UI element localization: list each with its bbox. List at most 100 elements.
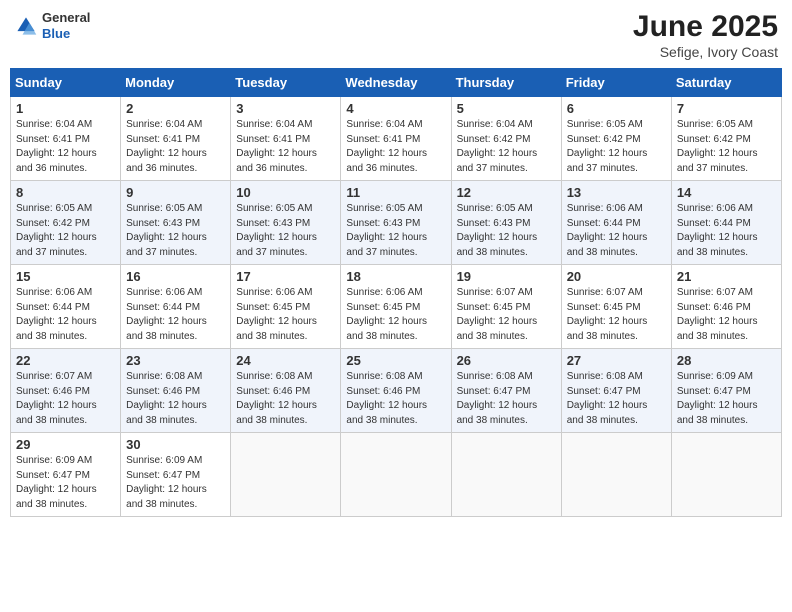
day-number: 4 [346, 101, 445, 116]
calendar-title: June 2025 [633, 10, 778, 44]
calendar-cell [451, 433, 561, 517]
calendar-cell: 28 Sunrise: 6:09 AMSunset: 6:47 PMDayligh… [671, 349, 781, 433]
week-row-4: 22 Sunrise: 6:07 AMSunset: 6:46 PMDayligh… [11, 349, 782, 433]
day-info: Sunrise: 6:08 AMSunset: 6:46 PMDaylight:… [346, 370, 445, 428]
calendar-cell: 26Sunrise: 6:08 AMSunset: 6:47 PMDayligh… [451, 349, 561, 433]
calendar-cell: 20 Sunrise: 6:07 AMSunset: 6:45 PMDayligh… [561, 265, 671, 349]
day-header-tuesday: Tuesday [231, 69, 341, 97]
day-number: 13 [567, 185, 666, 200]
day-number: 9 [126, 185, 225, 200]
logo-general-text: General [42, 10, 90, 26]
calendar-cell [231, 433, 341, 517]
day-header-wednesday: Wednesday [341, 69, 451, 97]
day-number: 27 [567, 353, 666, 368]
calendar-cell: 22 Sunrise: 6:07 AMSunset: 6:46 PMDayligh… [11, 349, 121, 433]
day-number: 7 [677, 101, 776, 116]
calendar-cell: 12 Sunrise: 6:05 AMSunset: 6:43 PMDayligh… [451, 181, 561, 265]
calendar-cell: 13 Sunrise: 6:06 AMSunset: 6:44 PMDayligh… [561, 181, 671, 265]
calendar-cell [561, 433, 671, 517]
day-info: Sunrise: 6:08 AMSunset: 6:46 PMDaylight:… [236, 370, 335, 428]
calendar-subtitle: Sefige, Ivory Coast [633, 44, 778, 60]
calendar-cell: 11 Sunrise: 6:05 AMSunset: 6:43 PMDayligh… [341, 181, 451, 265]
day-number: 2 [126, 101, 225, 116]
day-info: Sunrise: 6:07 AMSunset: 6:45 PMDaylight:… [457, 286, 556, 344]
calendar-cell: 19 Sunrise: 6:07 AMSunset: 6:45 PMDayligh… [451, 265, 561, 349]
day-number: 1 [16, 101, 115, 116]
day-info: Sunrise: 6:08 AMSunset: 6:46 PMDaylight:… [126, 370, 225, 428]
calendar-cell: 14 Sunrise: 6:06 AMSunset: 6:44 PMDayligh… [671, 181, 781, 265]
day-header-friday: Friday [561, 69, 671, 97]
logo: General Blue [14, 10, 90, 41]
day-number: 15 [16, 269, 115, 284]
calendar-cell: 8Sunrise: 6:05 AMSunset: 6:42 PMDaylight… [11, 181, 121, 265]
day-info: Sunrise: 6:04 AMSunset: 6:41 PMDaylight:… [346, 118, 445, 176]
calendar-cell: 9Sunrise: 6:05 AMSunset: 6:43 PMDaylight… [121, 181, 231, 265]
day-info: Sunrise: 6:06 AMSunset: 6:45 PMDaylight:… [236, 286, 335, 344]
day-info: Sunrise: 6:06 AMSunset: 6:44 PMDaylight:… [567, 202, 666, 260]
week-row-5: 29 Sunrise: 6:09 AMSunset: 6:47 PMDayligh… [11, 433, 782, 517]
calendar-cell: 10 Sunrise: 6:05 AMSunset: 6:43 PMDayligh… [231, 181, 341, 265]
day-info: Sunrise: 6:08 AMSunset: 6:47 PMDaylight:… [567, 370, 666, 428]
day-info: Sunrise: 6:04 AMSunset: 6:41 PMDaylight:… [126, 118, 225, 176]
day-number: 22 [16, 353, 115, 368]
day-info: Sunrise: 6:05 AMSunset: 6:43 PMDaylight:… [236, 202, 335, 260]
day-number: 21 [677, 269, 776, 284]
day-info: Sunrise: 6:06 AMSunset: 6:44 PMDaylight:… [126, 286, 225, 344]
day-info: Sunrise: 6:05 AMSunset: 6:43 PMDaylight:… [457, 202, 556, 260]
day-info: Sunrise: 6:07 AMSunset: 6:46 PMDaylight:… [677, 286, 776, 344]
day-header-sunday: Sunday [11, 69, 121, 97]
days-header-row: SundayMondayTuesdayWednesdayThursdayFrid… [11, 69, 782, 97]
week-row-3: 15 Sunrise: 6:06 AMSunset: 6:44 PMDayligh… [11, 265, 782, 349]
calendar-cell: 30Sunrise: 6:09 AMSunset: 6:47 PMDayligh… [121, 433, 231, 517]
day-number: 23 [126, 353, 225, 368]
logo-icon [14, 14, 38, 38]
day-info: Sunrise: 6:07 AMSunset: 6:46 PMDaylight:… [16, 370, 115, 428]
calendar-cell: 16 Sunrise: 6:06 AMSunset: 6:44 PMDayligh… [121, 265, 231, 349]
day-number: 30 [126, 437, 225, 452]
day-info: Sunrise: 6:05 AMSunset: 6:42 PMDaylight:… [567, 118, 666, 176]
logo-blue-text: Blue [42, 26, 90, 42]
calendar-cell: 29 Sunrise: 6:09 AMSunset: 6:47 PMDayligh… [11, 433, 121, 517]
day-info: Sunrise: 6:05 AMSunset: 6:42 PMDaylight:… [677, 118, 776, 176]
calendar-cell: 27 Sunrise: 6:08 AMSunset: 6:47 PMDayligh… [561, 349, 671, 433]
calendar-cell: 4 Sunrise: 6:04 AMSunset: 6:41 PMDaylight… [341, 97, 451, 181]
calendar-cell [671, 433, 781, 517]
title-area: June 2025 Sefige, Ivory Coast [633, 10, 778, 60]
day-number: 12 [457, 185, 556, 200]
day-number: 29 [16, 437, 115, 452]
calendar-cell: 18Sunrise: 6:06 AMSunset: 6:45 PMDayligh… [341, 265, 451, 349]
calendar-cell: 24Sunrise: 6:08 AMSunset: 6:46 PMDayligh… [231, 349, 341, 433]
day-header-saturday: Saturday [671, 69, 781, 97]
day-info: Sunrise: 6:08 AMSunset: 6:47 PMDaylight:… [457, 370, 556, 428]
day-header-thursday: Thursday [451, 69, 561, 97]
day-number: 10 [236, 185, 335, 200]
day-number: 8 [16, 185, 115, 200]
day-info: Sunrise: 6:04 AMSunset: 6:41 PMDaylight:… [16, 118, 115, 176]
week-row-1: 1 Sunrise: 6:04 AMSunset: 6:41 PMDaylight… [11, 97, 782, 181]
calendar-cell: 3 Sunrise: 6:04 AMSunset: 6:41 PMDaylight… [231, 97, 341, 181]
calendar-cell: 1 Sunrise: 6:04 AMSunset: 6:41 PMDaylight… [11, 97, 121, 181]
day-number: 18 [346, 269, 445, 284]
day-info: Sunrise: 6:09 AMSunset: 6:47 PMDaylight:… [677, 370, 776, 428]
calendar-cell: 7 Sunrise: 6:05 AMSunset: 6:42 PMDaylight… [671, 97, 781, 181]
day-info: Sunrise: 6:09 AMSunset: 6:47 PMDaylight:… [16, 454, 115, 512]
calendar-cell: 15 Sunrise: 6:06 AMSunset: 6:44 PMDayligh… [11, 265, 121, 349]
day-number: 17 [236, 269, 335, 284]
day-info: Sunrise: 6:04 AMSunset: 6:41 PMDaylight:… [236, 118, 335, 176]
day-info: Sunrise: 6:06 AMSunset: 6:44 PMDaylight:… [16, 286, 115, 344]
calendar-cell: 23 Sunrise: 6:08 AMSunset: 6:46 PMDayligh… [121, 349, 231, 433]
day-number: 20 [567, 269, 666, 284]
day-info: Sunrise: 6:05 AMSunset: 6:43 PMDaylight:… [346, 202, 445, 260]
day-number: 28 [677, 353, 776, 368]
day-number: 14 [677, 185, 776, 200]
day-number: 16 [126, 269, 225, 284]
calendar-table: SundayMondayTuesdayWednesdayThursdayFrid… [10, 68, 782, 517]
day-number: 11 [346, 185, 445, 200]
day-number: 6 [567, 101, 666, 116]
day-info: Sunrise: 6:06 AMSunset: 6:44 PMDaylight:… [677, 202, 776, 260]
day-number: 19 [457, 269, 556, 284]
day-number: 3 [236, 101, 335, 116]
day-info: Sunrise: 6:07 AMSunset: 6:45 PMDaylight:… [567, 286, 666, 344]
day-number: 25 [346, 353, 445, 368]
calendar-cell: 6 Sunrise: 6:05 AMSunset: 6:42 PMDaylight… [561, 97, 671, 181]
